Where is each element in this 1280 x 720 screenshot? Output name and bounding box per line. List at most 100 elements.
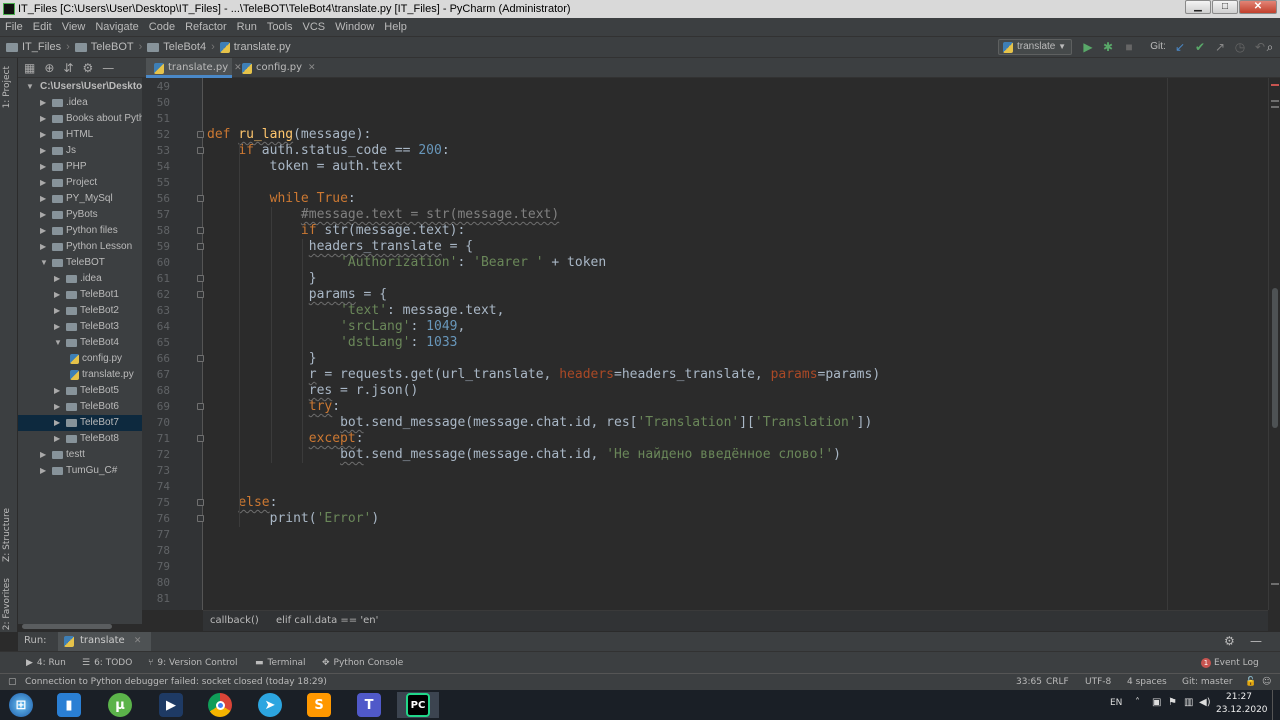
tree-folder-item[interactable]: ▶ TeleBot3 [18, 319, 142, 335]
close-icon[interactable]: ✕ [308, 63, 316, 73]
fold-marker[interactable] [197, 355, 204, 362]
indent-setting[interactable]: 4 spaces [1127, 674, 1167, 690]
code-line[interactable]: params = { [207, 287, 387, 303]
chevron-right-icon[interactable]: ▶ [40, 95, 46, 111]
tree-folder-item[interactable]: ▼ TeleBot4 [18, 335, 142, 351]
breadcrumb-item[interactable]: TeleBot4 [147, 41, 206, 53]
menu-file[interactable]: File [0, 21, 28, 33]
chevron-right-icon[interactable]: ▶ [40, 463, 46, 479]
fold-marker[interactable] [197, 227, 204, 234]
chevron-right-icon[interactable]: ▶ [40, 175, 46, 191]
fold-marker[interactable] [197, 291, 204, 298]
run-configuration-select[interactable]: translate ▼ [998, 39, 1072, 55]
chevron-right-icon[interactable]: ▶ [54, 271, 60, 287]
close-icon[interactable]: ✕ [134, 636, 142, 646]
tree-folder-item[interactable]: ▶ Js [18, 143, 142, 159]
code-line[interactable]: while True: [207, 191, 356, 207]
tool-tab-run[interactable]: ▶ 4: Run [26, 652, 66, 674]
clock-date[interactable]: 23.12.2020 [1216, 705, 1268, 715]
chevron-down-icon[interactable]: ▼ [26, 79, 34, 95]
tree-folder-item[interactable]: ▶ TeleBot5 [18, 383, 142, 399]
view-mode-icon[interactable]: ▦ [24, 61, 35, 75]
locate-icon[interactable]: ⊕ [44, 61, 54, 75]
code-line[interactable]: 'dstLang': 1033 [207, 335, 457, 351]
keyboard-language[interactable]: EN [1110, 698, 1122, 708]
tree-folder-item[interactable]: ▼ TeleBOT [18, 255, 142, 271]
chevron-right-icon[interactable]: ▶ [54, 287, 60, 303]
event-log-tab[interactable]: 1 Event Log [1201, 652, 1259, 674]
code-line[interactable]: #message.text = str(message.text) [207, 207, 559, 223]
tree-folder-item[interactable]: ▶ testt [18, 447, 142, 463]
code-line[interactable]: token = auth.text [207, 159, 403, 175]
run-icon[interactable]: ▶ [1080, 39, 1096, 55]
chevron-right-icon[interactable]: ▶ [40, 239, 46, 255]
project-tool-tab[interactable]: 1: Project [2, 66, 12, 108]
chevron-down-icon[interactable]: ▼ [40, 255, 48, 271]
tool-tab-version-control[interactable]: ⑂ 9: Version Control [148, 652, 238, 674]
chevron-right-icon[interactable]: ▶ [40, 143, 46, 159]
favorites-tool-tab[interactable]: 2: Favorites [2, 578, 12, 630]
warning-marker[interactable] [1271, 100, 1279, 102]
tree-folder-item[interactable]: ▶ TeleBot8 [18, 431, 142, 447]
chevron-right-icon[interactable]: ▶ [54, 399, 60, 415]
chevron-down-icon[interactable]: ▼ [54, 335, 62, 351]
status-icon[interactable]: ▢ [8, 674, 17, 690]
tree-folder-item[interactable]: ▶ Python Lesson [18, 239, 142, 255]
search-icon[interactable]: ⌕ [1262, 39, 1278, 55]
vcs-push-icon[interactable]: ↗ [1212, 39, 1228, 55]
code-line[interactable]: r = requests.get(url_translate, headers=… [207, 367, 880, 383]
breadcrumb-item[interactable]: IT_Files [6, 41, 61, 53]
menu-edit[interactable]: Edit [28, 21, 57, 33]
taskbar-app-teams[interactable]: T [348, 692, 390, 718]
minimize-panel-icon[interactable]: — [1250, 632, 1262, 650]
maximize-button[interactable]: □ [1212, 0, 1238, 14]
tree-folder-item[interactable]: ▶ PHP [18, 159, 142, 175]
debug-icon[interactable]: ✱ [1100, 39, 1116, 55]
flag-icon[interactable]: ⚑ [1168, 697, 1177, 708]
vcs-update-icon[interactable]: ↙ [1172, 39, 1188, 55]
vcs-history-icon[interactable]: ◷ [1232, 39, 1248, 55]
chevron-right-icon[interactable]: ▶ [54, 319, 60, 335]
tree-folder-item[interactable]: ▶ TeleBot7 [18, 415, 142, 431]
taskbar-app-pycharm[interactable]: PC [397, 692, 439, 718]
tray-chevron-icon[interactable]: ˄ [1135, 697, 1140, 708]
menu-window[interactable]: Window [330, 21, 379, 33]
menu-run[interactable]: Run [232, 21, 262, 33]
caret-position[interactable]: 33:65 [1016, 674, 1042, 690]
windows-start-button[interactable]: ⊞ [0, 692, 42, 718]
code-line[interactable]: if auth.status_code == 200: [207, 143, 449, 159]
chevron-right-icon[interactable]: ▶ [54, 303, 60, 319]
error-marker[interactable] [1271, 84, 1279, 86]
chevron-right-icon[interactable]: ▶ [40, 207, 46, 223]
menu-code[interactable]: Code [144, 21, 180, 33]
tree-folder-item[interactable]: ▶ PY_MySql [18, 191, 142, 207]
chevron-right-icon[interactable]: ▶ [40, 191, 46, 207]
stop-icon[interactable]: ■ [1121, 39, 1137, 55]
code-line[interactable]: } [207, 351, 317, 367]
network-icon[interactable]: ▥ [1184, 697, 1193, 708]
collapse-all-icon[interactable]: ⇵ [63, 61, 73, 75]
fold-marker[interactable] [197, 243, 204, 250]
git-branch[interactable]: Git: master [1182, 674, 1233, 690]
taskbar-app-chrome[interactable] [199, 692, 241, 718]
minimize-button[interactable]: ▁ [1185, 0, 1211, 14]
chevron-right-icon[interactable]: ▶ [40, 223, 46, 239]
taskbar-app-media-player[interactable]: ▶ [150, 692, 192, 718]
code-line[interactable]: if str(message.text): [207, 223, 465, 239]
taskbar-app-telegram[interactable]: ➤ [249, 692, 291, 718]
code-breadcrumb-item[interactable]: callback() [210, 615, 259, 626]
tree-folder-item[interactable]: ▶ .idea [18, 271, 142, 287]
code-line[interactable]: else: [207, 495, 277, 511]
tool-tab-python-console[interactable]: ✥ Python Console [322, 652, 403, 674]
chevron-right-icon[interactable]: ▶ [54, 415, 60, 431]
chevron-right-icon[interactable]: ▶ [54, 431, 60, 447]
tree-folder-item[interactable]: ▶ Python files [18, 223, 142, 239]
tree-file-item[interactable]: config.py [18, 351, 142, 367]
tray-app-icon[interactable]: ▣ [1152, 697, 1161, 708]
code-line[interactable]: } [207, 271, 317, 287]
warning-marker[interactable] [1271, 583, 1279, 585]
chevron-right-icon[interactable]: ▶ [40, 111, 46, 127]
code-line[interactable]: bot.send_message(message.chat.id, res['T… [207, 415, 872, 431]
fold-marker[interactable] [197, 435, 204, 442]
window-title-bar[interactable]: IT_Files [C:\Users\User\Desktop\IT_Files… [0, 0, 1280, 18]
